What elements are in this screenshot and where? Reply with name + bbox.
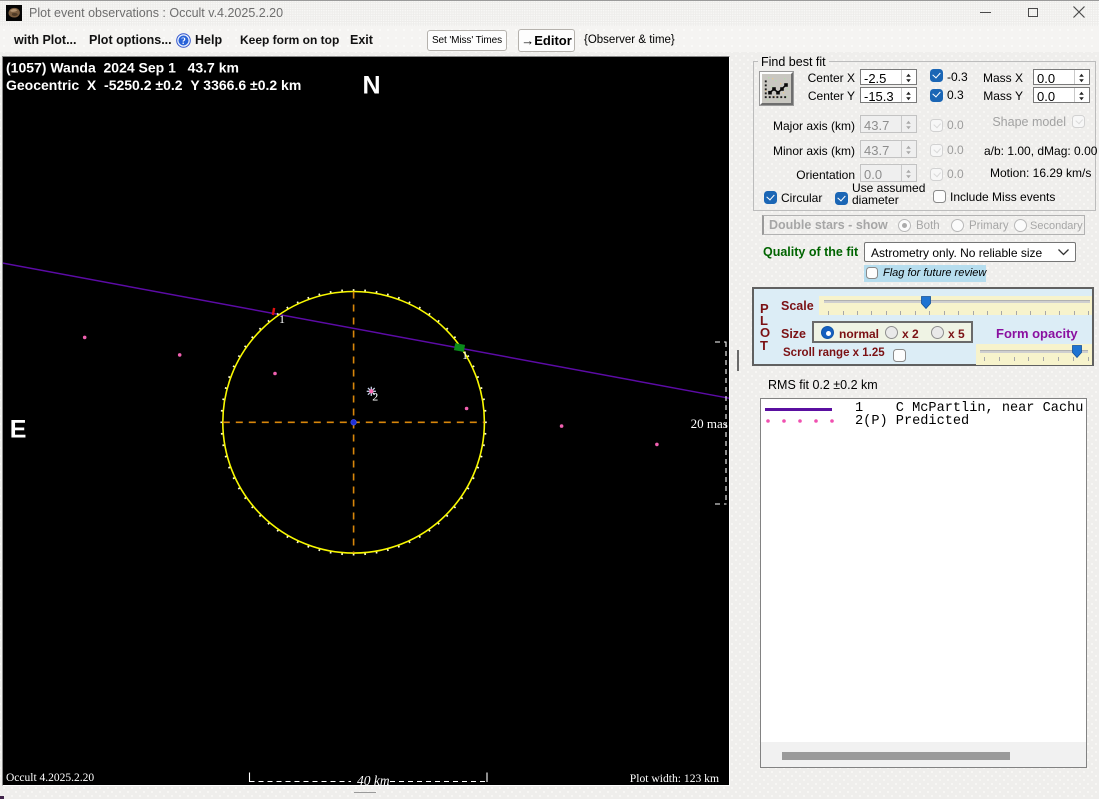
- svg-text:2: 2: [372, 390, 378, 404]
- svg-text:1: 1: [279, 312, 285, 326]
- svg-text:?: ?: [181, 37, 186, 47]
- svg-text:20 mas: 20 mas: [691, 416, 728, 431]
- svg-text:40 km: 40 km: [357, 773, 390, 785]
- svg-text:N: N: [363, 71, 381, 99]
- svg-text:Occult 4.2025.2.20: Occult 4.2025.2.20: [6, 772, 94, 784]
- svg-text:Geocentric X -5250.2 ±0.2 Y: Geocentric X -5250.2 ±0.2 Y 3366.6 ±0.2 …: [6, 77, 301, 93]
- svg-text:1: 1: [462, 348, 468, 362]
- svg-text:E: E: [10, 415, 27, 443]
- svg-text:Plot width: 123 km: Plot width: 123 km: [630, 772, 719, 785]
- svg-text:(1057) Wanda 2024 Sep 1 43.: (1057) Wanda 2024 Sep 1 43.7 km: [6, 60, 239, 76]
